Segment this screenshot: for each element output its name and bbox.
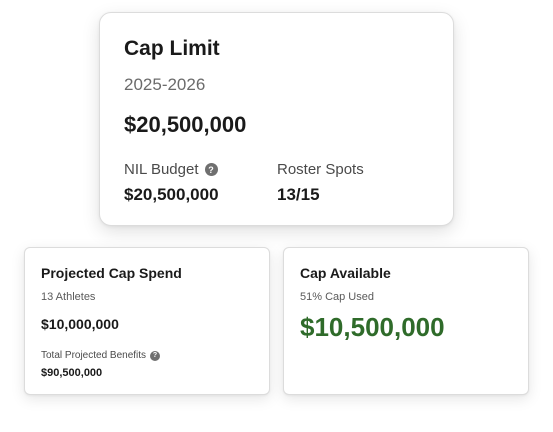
help-icon[interactable]: ? xyxy=(150,350,161,361)
cap-dashboard: Cap Limit 2025-2026 $20,500,000 NIL Budg… xyxy=(0,0,553,432)
roster-spots-value: 13/15 xyxy=(277,185,320,204)
nil-budget-value: $20,500,000 xyxy=(124,185,219,204)
help-icon[interactable]: ? xyxy=(204,163,218,176)
season-label: 2025-2026 xyxy=(124,75,206,94)
total-projected-benefits-label: Total Projected Benefits xyxy=(41,350,147,361)
athletes-count: 13 Athletes xyxy=(41,291,96,303)
cap-available-card: Cap Available 51% Cap Used $10,500,000 xyxy=(283,247,529,395)
cap-used-label: 51% Cap Used xyxy=(300,291,374,303)
cap-limit-title: Cap Limit xyxy=(124,37,220,60)
cap-limit-amount: $20,500,000 xyxy=(124,112,247,137)
cap-available-amount: $10,500,000 xyxy=(300,312,445,342)
roster-spots-label: Roster Spots xyxy=(277,161,364,178)
projected-cap-spend-title: Projected Cap Spend xyxy=(41,265,182,281)
nil-budget-label-group: NIL Budget ? xyxy=(124,161,218,178)
cap-limit-card: Cap Limit 2025-2026 $20,500,000 NIL Budg… xyxy=(99,12,454,226)
projected-cap-spend-amount: $10,000,000 xyxy=(41,316,119,332)
projected-cap-spend-card: Projected Cap Spend 13 Athletes $10,000,… xyxy=(24,247,270,395)
benefits-label-group: Total Projected Benefits ? xyxy=(41,350,161,361)
cap-available-title: Cap Available xyxy=(300,265,391,281)
nil-budget-label: NIL Budget xyxy=(124,161,199,178)
total-projected-benefits-value: $90,500,000 xyxy=(41,367,103,379)
